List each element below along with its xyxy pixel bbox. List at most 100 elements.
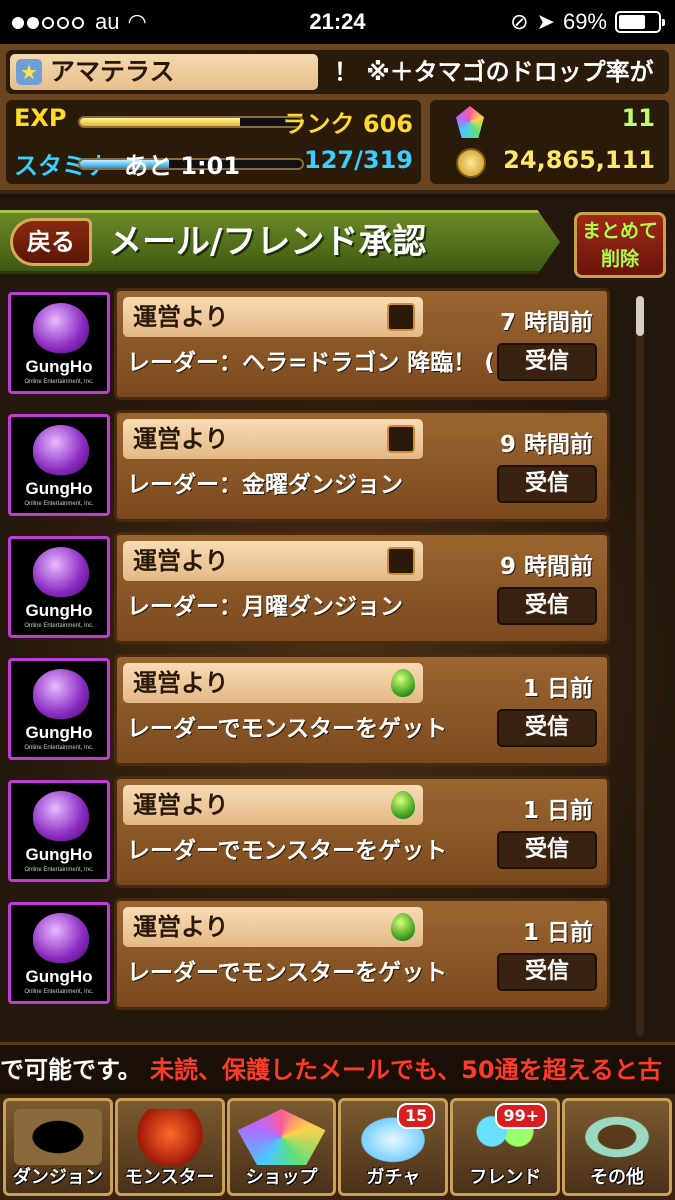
avatar-logo-sub: Online Entertainment, Inc.: [24, 379, 94, 385]
back-button[interactable]: 戻る: [10, 218, 92, 266]
egg-icon: [391, 913, 415, 941]
tab-label: ショップ: [245, 1167, 318, 1188]
receive-button[interactable]: 受信: [497, 709, 597, 747]
mail-sender-label: 運営より: [133, 913, 229, 941]
gungho-logo-icon: [33, 791, 89, 841]
mail-sender: 運営より: [123, 541, 423, 581]
notice-text-red: 未読、保護したメールでも、50通を超えると古: [149, 1056, 662, 1084]
mail-sender-label: 運営より: [133, 669, 229, 697]
receive-button[interactable]: 受信: [497, 831, 597, 869]
dungeon-icon: [14, 1109, 102, 1165]
star-icon: ★: [16, 59, 42, 85]
notice-text-white: で可能です。: [0, 1056, 142, 1084]
mail-sender: 運営より: [123, 419, 423, 459]
gungho-logo-icon: [33, 547, 89, 597]
scroll-thumb[interactable]: [636, 296, 644, 336]
receive-button[interactable]: 受信: [497, 343, 597, 381]
notification-badge: 15: [397, 1103, 436, 1129]
egg-icon: [391, 669, 415, 697]
mail-subject: レーダー：ヘラ=ドラゴン 降臨！ (1h): [127, 350, 538, 376]
tab-label: フレンド: [469, 1167, 542, 1188]
location-icon: ➤: [536, 9, 555, 34]
avatar-logo-sub: Online Entertainment, Inc.: [24, 745, 94, 751]
magic-stone-count: 11: [621, 104, 655, 132]
mail-subject: レーダー：月曜ダンジョン: [127, 594, 403, 620]
rank: ランク 606: [282, 110, 413, 138]
mail-sender-label: 運営より: [133, 303, 229, 331]
box-icon: [387, 303, 415, 331]
mail-card[interactable]: 運営より 1 日前 レーダーでモンスターをゲット 受信: [114, 898, 610, 1010]
receive-button[interactable]: 受信: [497, 587, 597, 625]
sender-avatar: GungHo Online Entertainment, Inc.: [8, 536, 110, 638]
tab-label: ダンジョン: [12, 1167, 103, 1188]
tab-other[interactable]: その他: [562, 1098, 672, 1196]
tab-monster[interactable]: モンスター: [114, 1098, 225, 1196]
stamina-recover-time: あと 1:01: [124, 152, 241, 180]
battery-icon: [615, 11, 665, 33]
box-icon: [387, 547, 415, 575]
mail-item[interactable]: GungHo Online Entertainment, Inc. 運営より 1…: [8, 654, 610, 766]
avatar-logo-sub: Online Entertainment, Inc.: [24, 501, 94, 507]
sender-avatar: GungHo Online Entertainment, Inc.: [8, 292, 110, 394]
gungho-logo-icon: [33, 669, 89, 719]
stamina-value: 127/319: [304, 146, 413, 174]
receive-button[interactable]: 受信: [497, 465, 597, 503]
box-icon: [387, 425, 415, 453]
mail-card[interactable]: 運営より 9 時間前 レーダー：金曜ダンジョン 受信: [114, 410, 610, 522]
mail-subject: レーダーでモンスターをゲット: [127, 716, 448, 742]
sender-avatar: GungHo Online Entertainment, Inc.: [8, 902, 110, 1004]
other-icon: [573, 1109, 661, 1165]
mail-time-ago: 7 時間前: [499, 310, 593, 336]
sender-avatar: GungHo Online Entertainment, Inc.: [8, 414, 110, 516]
mail-item[interactable]: GungHo Online Entertainment, Inc. 運営より 1…: [8, 776, 610, 888]
avatar-logo-sub: Online Entertainment, Inc.: [24, 623, 94, 629]
mail-sender: 運営より: [123, 663, 423, 703]
player-header: ★ アマテラス ！ ※＋タマゴのドロップ率が EXP ランク 606 スタミナ …: [0, 44, 675, 194]
sender-avatar: GungHo Online Entertainment, Inc.: [8, 780, 110, 882]
avatar-logo-text: GungHo: [25, 357, 93, 376]
magic-stone-icon: [456, 106, 484, 138]
mail-time-ago: 9 時間前: [499, 554, 593, 580]
sender-avatar: GungHo Online Entertainment, Inc.: [8, 658, 110, 760]
bulk-delete-button[interactable]: まとめて 削除: [574, 212, 666, 278]
mail-sender-label: 運営より: [133, 547, 229, 575]
mail-card[interactable]: 運営より 7 時間前 レーダー：ヘラ=ドラゴン 降臨！ (1h) 受信: [114, 288, 610, 400]
mail-time-ago: 1 日前: [522, 676, 593, 702]
tab-gacha[interactable]: 15 ガチャ: [338, 1098, 449, 1196]
mail-time-ago: 1 日前: [522, 920, 593, 946]
player-name-box[interactable]: ★ アマテラス: [10, 54, 318, 90]
tab-friend[interactable]: 99+ フレンド: [450, 1098, 561, 1196]
tab-dungeon[interactable]: ダンジョン: [3, 1098, 113, 1196]
title-bar: 戻る メール/フレンド承認 まとめて 削除: [0, 198, 675, 288]
notice-ticker: で可能です。 未読、保護したメールでも、50通を超えると古: [0, 1042, 675, 1094]
mail-item[interactable]: GungHo Online Entertainment, Inc. 運営より 7…: [8, 288, 610, 400]
coin-icon: [456, 148, 486, 178]
mail-card[interactable]: 運営より 9 時間前 レーダー：月曜ダンジョン 受信: [114, 532, 610, 644]
tab-label: モンスター: [124, 1167, 215, 1188]
status-right: ⊘ ➤ 69%: [510, 9, 665, 35]
page-title: メール/フレンド承認: [108, 222, 427, 262]
mail-time-ago: 1 日前: [522, 798, 593, 824]
mail-item[interactable]: GungHo Online Entertainment, Inc. 運営より 9…: [8, 532, 610, 644]
mail-time-ago: 9 時間前: [499, 432, 593, 458]
egg-icon: [391, 791, 415, 819]
avatar-logo-text: GungHo: [25, 845, 93, 864]
mail-sender: 運営より: [123, 297, 423, 337]
mail-item[interactable]: GungHo Online Entertainment, Inc. 運営より 9…: [8, 410, 610, 522]
bulk-delete-line2: 削除: [600, 248, 639, 270]
name-row: ★ アマテラス ！ ※＋タマゴのドロップ率が: [6, 50, 669, 94]
mail-list[interactable]: GungHo Online Entertainment, Inc. 運営より 7…: [0, 288, 675, 1042]
mail-sender-label: 運営より: [133, 791, 229, 819]
shop-icon: [237, 1109, 326, 1165]
exp-label: EXP: [14, 104, 67, 132]
mail-item[interactable]: GungHo Online Entertainment, Inc. 運営より 1…: [8, 898, 610, 1010]
battery-percent: 69%: [562, 9, 607, 34]
receive-button[interactable]: 受信: [497, 953, 597, 991]
mail-card[interactable]: 運営より 1 日前 レーダーでモンスターをゲット 受信: [114, 776, 610, 888]
tab-shop[interactable]: ショップ: [226, 1098, 337, 1196]
coin-count: 24,865,111: [503, 146, 655, 174]
bulk-delete-line1: まとめて: [581, 220, 658, 242]
tab-label: ガチャ: [366, 1167, 421, 1188]
scrollbar[interactable]: [636, 296, 644, 1036]
mail-card[interactable]: 運営より 1 日前 レーダーでモンスターをゲット 受信: [114, 654, 610, 766]
